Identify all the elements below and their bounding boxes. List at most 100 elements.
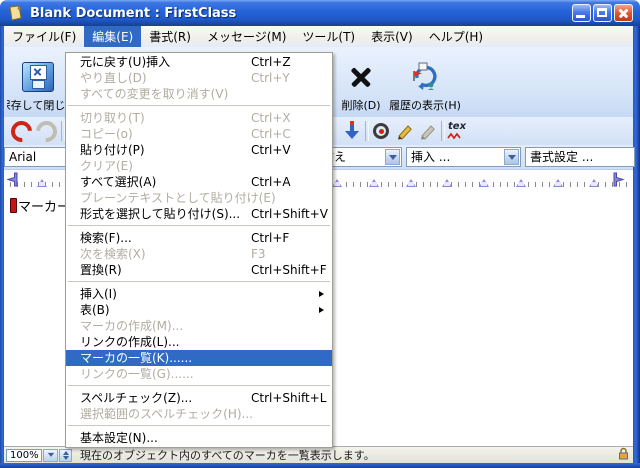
- spellcheck-button[interactable]: tex: [447, 120, 469, 142]
- menu-item[interactable]: 基本設定(N)...: [66, 430, 332, 446]
- menu-item[interactable]: マーカの一覧(K)......: [66, 350, 332, 366]
- chevron-down-icon: [47, 453, 53, 460]
- tab-stop-marker[interactable]: [516, 179, 526, 187]
- inactive-pen-button[interactable]: [417, 120, 439, 142]
- show-history-button[interactable]: 履歴の表示(H): [387, 51, 463, 113]
- menu-item[interactable]: 置換(R) Ctrl+Shift+F: [66, 262, 332, 278]
- highlight-pen-button[interactable]: [394, 120, 416, 142]
- spellcheck-icon: tex: [447, 121, 469, 141]
- gray-pen-icon: [419, 122, 437, 140]
- tab-stop-marker[interactable]: [406, 179, 416, 187]
- font-value: Arial: [9, 150, 36, 164]
- menu-item[interactable]: 切り取り(T) Ctrl+X: [66, 110, 332, 126]
- tab-stop-marker[interactable]: [442, 179, 452, 187]
- menu-item[interactable]: 選択範囲のスペルチェック(H)...: [66, 406, 332, 422]
- menu-item[interactable]: 貼り付け(P) Ctrl+V: [66, 142, 332, 158]
- tab-stop-marker[interactable]: [37, 179, 47, 187]
- minimize-button[interactable]: [572, 4, 591, 22]
- menu-item[interactable]: [66, 278, 332, 286]
- menu-item[interactable]: マーカの作成(M)...: [66, 318, 332, 334]
- target-icon: [373, 123, 389, 139]
- status-bar: 100% 現在のオブジェクト内のすべてのマーカを一覧表示します。: [4, 446, 633, 463]
- zoom-dropdown-button[interactable]: [43, 449, 58, 462]
- undo-button[interactable]: [10, 120, 32, 142]
- menu-item[interactable]: [66, 382, 332, 390]
- tab-stop-marker[interactable]: [369, 179, 379, 187]
- menubar-item[interactable]: ファイル(F): [4, 26, 84, 47]
- insert-download-button[interactable]: [341, 120, 363, 142]
- format-settings-combobox[interactable]: 書式設定 ...: [525, 147, 635, 167]
- menubar-item[interactable]: メッセージ(M): [199, 26, 294, 47]
- insert-combobox[interactable]: 挿入 ...: [406, 147, 521, 167]
- menu-item[interactable]: リンクの一覧(G)......: [66, 366, 332, 382]
- right-indent-marker[interactable]: [612, 172, 625, 187]
- menu-item[interactable]: プレーンテキストとして貼り付け(E): [66, 190, 332, 206]
- menu-item[interactable]: 元に戻す(U)挿入 Ctrl+Z: [66, 54, 332, 70]
- minimize-icon: [576, 15, 585, 18]
- close-button[interactable]: [614, 4, 633, 22]
- status-message: 現在のオブジェクト内のすべてのマーカを一覧表示します。: [80, 447, 375, 463]
- menu-item[interactable]: [66, 222, 332, 230]
- menu-bar: ファイル(F)編集(E)書式(R)メッセージ(M)ツール(T)表示(V)ヘルプ(…: [4, 26, 633, 48]
- menu-item[interactable]: クリア(E): [66, 158, 332, 174]
- toolbar-separator: [365, 121, 369, 141]
- redo-button[interactable]: [35, 120, 57, 142]
- menubar-item[interactable]: ツール(T): [294, 26, 363, 47]
- lock-indicator: [618, 447, 629, 463]
- chevron-down-icon[interactable]: [385, 149, 400, 165]
- left-indent-marker[interactable]: [7, 172, 19, 187]
- menubar-item[interactable]: 表示(V): [363, 26, 421, 47]
- marker-flag-icon[interactable]: [10, 198, 17, 213]
- window-title: Blank Document : FirstClass: [30, 6, 236, 21]
- spinner-down-icon: [63, 456, 69, 463]
- down-arrow-icon: [345, 121, 359, 141]
- toolbar-separator: [441, 121, 445, 141]
- firstclass-window: Blank Document : FirstClass ファイル(F)編集(E)…: [0, 0, 640, 468]
- revision-target-button[interactable]: [370, 120, 392, 142]
- zoom-spinner[interactable]: [59, 449, 72, 462]
- delete-label: 削除(D): [341, 97, 380, 113]
- delete-x-icon: [348, 64, 374, 90]
- tab-stop-marker[interactable]: [332, 179, 342, 187]
- menu-item[interactable]: 挿入(I): [66, 286, 332, 302]
- menu-item[interactable]: 形式を選択して貼り付け(S)... Ctrl+Shift+V: [66, 206, 332, 222]
- yellow-pen-icon: [396, 122, 414, 140]
- menu-item[interactable]: 検索(F)... Ctrl+F: [66, 230, 332, 246]
- window-border-bottom: [0, 463, 640, 468]
- menu-item[interactable]: [66, 422, 332, 430]
- undo-icon: [6, 116, 36, 146]
- maximize-icon: [597, 8, 607, 17]
- menu-item[interactable]: 表(B): [66, 302, 332, 318]
- redo-icon: [31, 116, 61, 146]
- history-icon: [410, 62, 440, 92]
- zoom-level-field[interactable]: 100%: [6, 449, 42, 462]
- menu-item[interactable]: すべて選択(A) Ctrl+A: [66, 174, 332, 190]
- menu-item[interactable]: 次を検索(X) F3: [66, 246, 332, 262]
- insert-value: 挿入 ...: [411, 150, 450, 164]
- title-bar[interactable]: Blank Document : FirstClass: [0, 0, 640, 26]
- spinner-up-icon: [63, 448, 69, 455]
- tab-stop-marker[interactable]: [553, 179, 563, 187]
- menu-item[interactable]: すべての変更を取り消す(V): [66, 86, 332, 102]
- menubar-item[interactable]: 書式(R): [141, 26, 199, 47]
- save-and-close-button[interactable]: 保存して閉じる: [7, 51, 69, 113]
- chevron-down-icon[interactable]: [504, 149, 519, 165]
- menubar-item[interactable]: 編集(E): [84, 26, 141, 47]
- delete-button[interactable]: 削除(D): [337, 51, 385, 113]
- menu-item[interactable]: コピー(o) Ctrl+C: [66, 126, 332, 142]
- menu-item[interactable]: やり直し(D) Ctrl+Y: [66, 70, 332, 86]
- menu-item[interactable]: リンクの作成(L)...: [66, 334, 332, 350]
- edit-menu-dropdown: 元に戻す(U)挿入 Ctrl+Z やり直し(D) Ctrl+Y すべての変更を取…: [65, 52, 333, 448]
- lock-icon: [618, 447, 629, 460]
- menu-item[interactable]: スペルチェック(Z)... Ctrl+Shift+L: [66, 390, 332, 406]
- document-icon: [7, 5, 24, 22]
- tab-stop-marker[interactable]: [479, 179, 489, 187]
- save-close-icon: [22, 62, 54, 92]
- window-border-right: [633, 26, 640, 468]
- history-label: 履歴の表示(H): [389, 97, 461, 113]
- format-value: 書式設定 ...: [530, 150, 593, 164]
- menu-item[interactable]: [66, 102, 332, 110]
- menubar-item[interactable]: ヘルプ(H): [421, 26, 491, 47]
- tab-stop-marker[interactable]: [589, 179, 599, 187]
- maximize-button[interactable]: [593, 4, 612, 22]
